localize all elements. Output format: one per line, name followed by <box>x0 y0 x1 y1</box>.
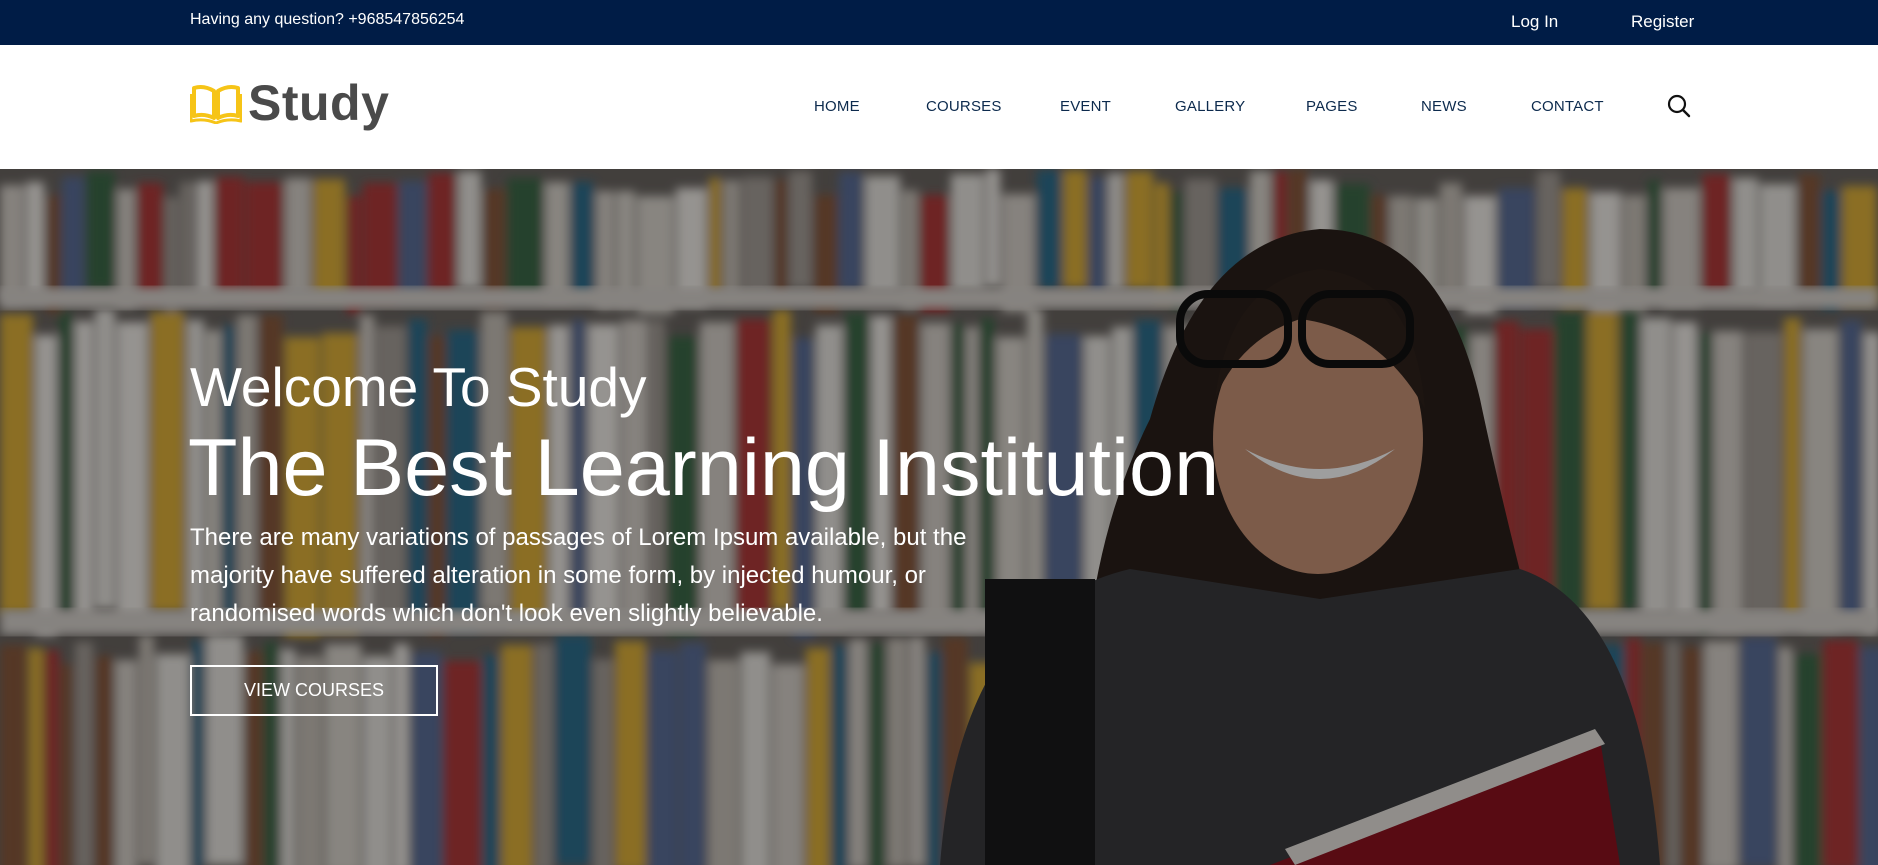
nav-news[interactable]: NEWS <box>1421 45 1467 169</box>
hero-description: There are many variations of passages of… <box>190 524 967 627</box>
view-courses-button[interactable]: VIEW COURSES <box>190 665 438 716</box>
search-button[interactable] <box>1666 93 1692 119</box>
nav-home[interactable]: HOME <box>814 45 860 169</box>
hero-banner: Welcome To Study The Best Learning Insti… <box>0 169 1878 865</box>
nav-event[interactable]: EVENT <box>1060 45 1111 169</box>
nav-pages[interactable]: PAGES <box>1306 45 1358 169</box>
top-bar: Having any question? +968547856254 Log I… <box>0 0 1878 45</box>
hero-welcome: Welcome To Study <box>190 356 647 418</box>
book-logo-icon <box>190 85 242 124</box>
logo-text: Study <box>248 75 390 131</box>
nav-gallery[interactable]: GALLERY <box>1175 45 1245 169</box>
nav-courses[interactable]: COURSES <box>926 45 1002 169</box>
hero-title: The Best Learning Institution <box>188 423 1220 513</box>
nav-contact[interactable]: CONTACT <box>1531 45 1604 169</box>
register-link[interactable]: Register <box>1631 2 1694 42</box>
site-logo[interactable]: Study <box>190 77 389 129</box>
hero-dark-overlay <box>0 169 1878 865</box>
search-icon <box>1667 94 1691 118</box>
login-link[interactable]: Log In <box>1511 2 1558 42</box>
contact-question: Having any question? +968547856254 <box>190 11 465 28</box>
main-header: Study HOME COURSES EVENT GALLERY PAGES N… <box>0 45 1878 169</box>
